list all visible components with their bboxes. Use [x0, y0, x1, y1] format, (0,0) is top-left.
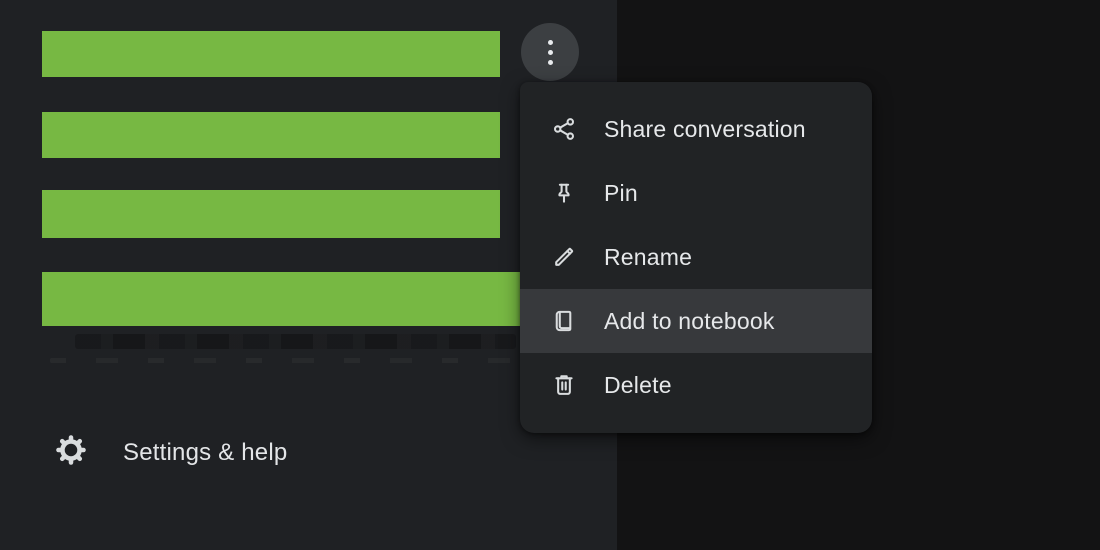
obscured-conversation-row: [75, 334, 516, 349]
notebook-icon: [551, 308, 577, 334]
app-window: Settings & help Share conversation: [0, 0, 1100, 550]
redacted-conversation-bar[interactable]: [42, 190, 500, 238]
menu-item-pin[interactable]: Pin: [520, 161, 872, 225]
menu-item-label: Delete: [604, 372, 672, 399]
settings-and-help-label: Settings & help: [123, 439, 287, 467]
menu-item-label: Rename: [604, 244, 692, 271]
menu-item-label: Share conversation: [604, 116, 806, 143]
menu-item-share-conversation[interactable]: Share conversation: [520, 97, 872, 161]
menu-item-label: Add to notebook: [604, 308, 775, 335]
menu-item-delete[interactable]: Delete: [520, 353, 872, 417]
obscured-text-remnants: [50, 358, 518, 363]
settings-and-help-item[interactable]: Settings & help: [55, 434, 287, 471]
redacted-conversation-bar[interactable]: [42, 31, 500, 77]
gear-icon: [55, 434, 87, 471]
redacted-conversation-bar[interactable]: [42, 272, 520, 326]
menu-item-add-to-notebook[interactable]: Add to notebook: [520, 289, 872, 353]
menu-item-rename[interactable]: Rename: [520, 225, 872, 289]
pin-icon: [551, 180, 577, 206]
menu-item-label: Pin: [604, 180, 638, 207]
more-options-button[interactable]: [521, 23, 579, 81]
trash-icon: [551, 372, 577, 398]
share-icon: [551, 116, 577, 142]
pencil-icon: [551, 244, 577, 270]
redacted-conversation-bar[interactable]: [42, 112, 500, 158]
conversation-context-menu: Share conversation Pin Rename: [520, 82, 872, 433]
